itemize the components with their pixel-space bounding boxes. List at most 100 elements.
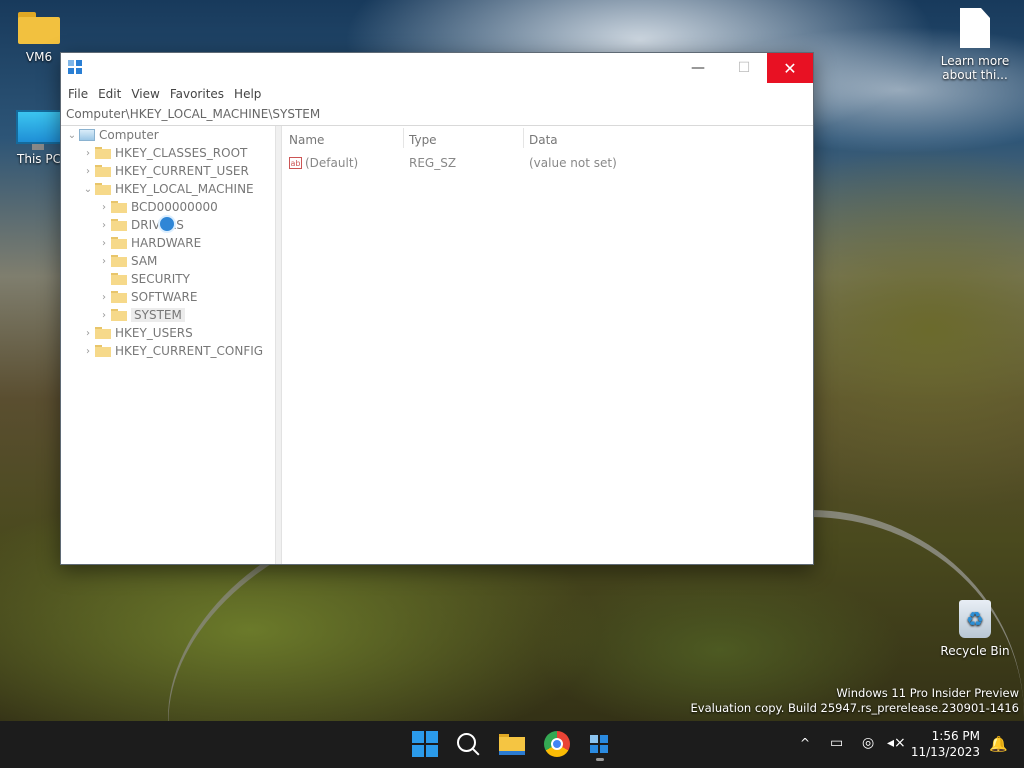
tree-node-label: HKEY_CLASSES_ROOT (115, 146, 248, 160)
system-clock[interactable]: 1:56 PM 11/13/2023 (911, 728, 980, 760)
values-list[interactable]: Name Type Data ab (Default) REG_SZ (valu… (282, 126, 813, 564)
chevron-right-icon[interactable]: › (97, 256, 111, 267)
folder-icon (111, 309, 127, 321)
tree-node-hkcc[interactable]: › HKEY_CURRENT_CONFIG (81, 342, 263, 360)
folder-icon (111, 273, 127, 285)
chevron-right-icon[interactable]: › (97, 202, 111, 213)
document-icon (960, 8, 990, 48)
tree-node-hkcr[interactable]: › HKEY_CLASSES_ROOT (81, 144, 247, 162)
column-header-data[interactable]: Data (529, 133, 558, 147)
chevron-right-icon[interactable]: › (81, 328, 95, 339)
network-icon[interactable]: ▭ (830, 735, 843, 751)
tree-node-label: HARDWARE (131, 236, 202, 250)
file-explorer-icon[interactable] (499, 731, 525, 757)
chevron-right-icon[interactable]: › (97, 238, 111, 249)
watermark-line: Evaluation copy. Build 25947.rs_prerelea… (690, 701, 1019, 715)
registry-tree[interactable]: ⌄ Computer › HKEY_CLASSES_ROOT › HKEY_CU… (61, 126, 276, 564)
clock-date: 11/13/2023 (910, 745, 980, 759)
menu-view[interactable]: View (126, 87, 164, 101)
folder-icon (95, 183, 111, 195)
chevron-right-icon[interactable]: › (97, 310, 111, 321)
tree-node-label: SECURITY (131, 272, 190, 286)
chrome-icon[interactable] (544, 731, 570, 757)
folder-icon (111, 201, 127, 213)
folder-icon (95, 147, 111, 159)
tree-node-label: HKEY_CURRENT_USER (115, 164, 249, 178)
folder-icon (95, 345, 111, 357)
menu-file[interactable]: File (63, 87, 93, 101)
value-name: (Default) (305, 155, 359, 170)
clock-time: 1:56 PM (931, 729, 980, 743)
tree-node-security[interactable]: SECURITY (97, 270, 190, 288)
tray-chevron-icon[interactable]: ^ (800, 736, 810, 750)
desktop-icon-label: Learn more about thi... (940, 54, 1010, 82)
busy-cursor-icon (158, 215, 176, 233)
column-divider[interactable] (523, 128, 524, 148)
table-row[interactable]: ab (Default) REG_SZ (value not set) (289, 154, 729, 171)
notification-bell-icon[interactable]: 🔔 (989, 735, 1008, 753)
minimize-button[interactable]: — (675, 53, 721, 83)
chevron-right-icon[interactable]: › (81, 346, 95, 357)
desktop-icon-learn-more[interactable]: Learn more about thi... (940, 8, 1010, 82)
windows-watermark: Windows 11 Pro Insider Preview Evaluatio… (691, 686, 1019, 716)
tree-node-software[interactable]: › SOFTWARE (97, 288, 197, 306)
menu-help[interactable]: Help (229, 87, 266, 101)
address-bar[interactable]: Computer\HKEY_LOCAL_MACHINE\SYSTEM (61, 104, 813, 126)
folder-icon (18, 12, 60, 44)
tree-node-hklm[interactable]: ⌄ HKEY_LOCAL_MACHINE (81, 180, 254, 198)
volume-muted-icon[interactable]: ◂× (887, 735, 906, 751)
recycle-bin-icon: ♻ (959, 600, 991, 638)
tree-node-hkcu[interactable]: › HKEY_CURRENT_USER (81, 162, 249, 180)
chevron-right-icon[interactable]: › (81, 166, 95, 177)
chevron-down-icon[interactable]: ⌄ (65, 130, 79, 141)
tree-node-label: Computer (99, 128, 159, 142)
menu-favorites[interactable]: Favorites (165, 87, 229, 101)
tree-node-computer[interactable]: ⌄ Computer (65, 126, 159, 144)
maximize-button[interactable]: ☐ (721, 53, 767, 83)
folder-icon (95, 165, 111, 177)
folder-icon (111, 255, 127, 267)
globe-icon[interactable]: ◎ (862, 735, 874, 751)
tree-node-system[interactable]: › SYSTEM (97, 306, 185, 324)
folder-icon (111, 237, 127, 249)
tree-node-label: HKEY_USERS (115, 326, 193, 340)
chevron-right-icon[interactable]: › (97, 220, 111, 231)
column-header-type[interactable]: Type (409, 133, 437, 147)
column-divider[interactable] (403, 128, 404, 148)
regedit-icon (68, 60, 84, 76)
start-icon[interactable] (412, 731, 438, 757)
regedit-icon[interactable] (588, 731, 614, 757)
menu-edit[interactable]: Edit (93, 87, 126, 101)
value-type: REG_SZ (409, 155, 457, 170)
tree-node-hku[interactable]: › HKEY_USERS (81, 324, 193, 342)
desktop-icon-recycle-bin[interactable]: ♻ Recycle Bin (940, 600, 1010, 658)
column-header-name[interactable]: Name (289, 133, 324, 147)
folder-icon (111, 219, 127, 231)
computer-icon (79, 129, 95, 141)
tree-node-hardware[interactable]: › HARDWARE (97, 234, 201, 252)
menu-bar: File Edit View Favorites Help (61, 83, 813, 104)
value-data: (value not set) (529, 155, 617, 170)
search-icon[interactable] (455, 731, 481, 757)
tree-node-label: SYSTEM (131, 308, 185, 322)
active-app-indicator (596, 758, 604, 761)
folder-icon (95, 327, 111, 339)
registry-editor-window[interactable]: — ☐ ✕ File Edit View Favorites Help Comp… (60, 52, 814, 565)
chevron-right-icon[interactable]: › (97, 292, 111, 303)
desktop-icon-label: Recycle Bin (940, 644, 1010, 658)
watermark-line: Windows 11 Pro Insider Preview (836, 686, 1019, 700)
tree-node-label: HKEY_CURRENT_CONFIG (115, 344, 264, 358)
string-value-icon: ab (289, 156, 302, 169)
close-button[interactable]: ✕ (767, 53, 813, 83)
tree-node-label: BCD00000000 (131, 200, 218, 214)
folder-icon (111, 291, 127, 303)
title-bar[interactable]: — ☐ ✕ (61, 53, 813, 83)
tree-node-sam[interactable]: › SAM (97, 252, 157, 270)
computer-icon (16, 110, 62, 150)
chevron-right-icon[interactable]: › (81, 148, 95, 159)
tree-node-label: HKEY_LOCAL_MACHINE (115, 182, 254, 196)
tree-node-label: SAM (131, 254, 158, 268)
chevron-down-icon[interactable]: ⌄ (81, 184, 95, 195)
taskbar: ^ ▭ ◎ ◂× 1:56 PM 11/13/2023 🔔 (0, 721, 1024, 768)
tree-node-bcd[interactable]: › BCD00000000 (97, 198, 218, 216)
